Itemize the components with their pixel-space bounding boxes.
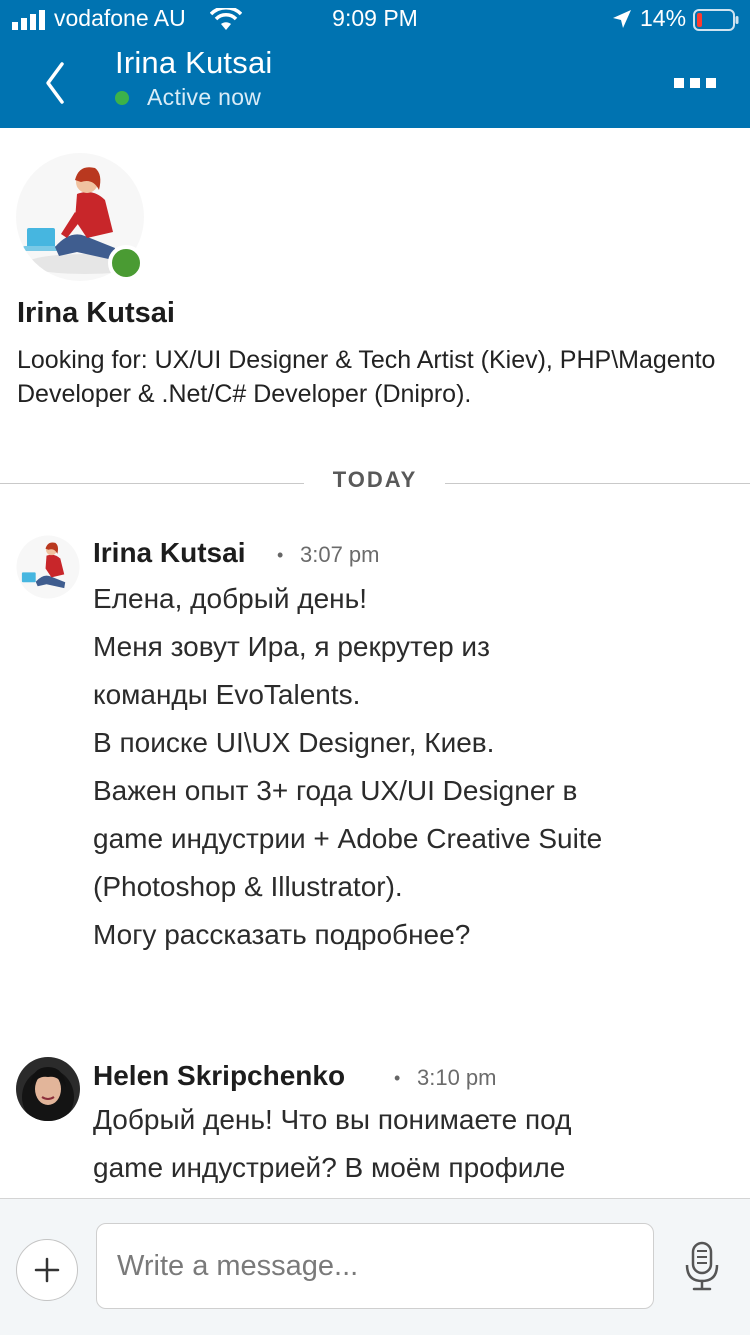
message-line: Меня зовут Ира, я рекрутер из (93, 631, 490, 662)
sender-avatar[interactable] (16, 1057, 80, 1121)
active-status-text: Active now (147, 84, 262, 110)
separator-dot: • (277, 545, 284, 565)
message-line: Важен опыт 3+ года UX/UI Designer в (93, 775, 578, 806)
conversation-title[interactable]: Irina Kutsai (115, 45, 272, 81)
message-time: 3:10 pm (417, 1065, 497, 1090)
message-line: Добрый день! Что вы понимаете под (93, 1104, 572, 1135)
message-composer (0, 1198, 750, 1335)
more-dot (706, 78, 716, 88)
message-body: Елена, добрый день! Меня зовут Ира, я ре… (93, 575, 713, 959)
chevron-left-icon (46, 62, 64, 104)
battery-percentage: 14% (640, 5, 687, 31)
active-status-dot (115, 91, 129, 105)
message-time: 3:07 pm (300, 542, 380, 567)
message-sender[interactable]: Irina Kutsai (93, 537, 245, 569)
add-attachment-button[interactable] (16, 1239, 78, 1301)
status-time: 9:09 PM (332, 5, 418, 31)
microphone-icon (685, 1241, 719, 1291)
profile-headline: Looking for: UX/UI Designer & Tech Artis… (17, 346, 716, 408)
message-body: Добрый день! Что вы понимаете под game и… (93, 1096, 713, 1192)
location-arrow-icon (613, 10, 631, 28)
message-line: Могу рассказать подробнее? (93, 919, 471, 950)
profile-name[interactable]: Irina Kutsai (17, 297, 175, 330)
message-input[interactable] (96, 1223, 654, 1309)
top-app-bar: vodafone AU 9:09 PM 14% Irina Kutsai Act… (0, 0, 750, 128)
more-dot (690, 78, 700, 88)
status-bar: vodafone AU 9:09 PM 14% (0, 0, 750, 40)
voice-message-button[interactable] (682, 1241, 722, 1293)
date-divider-label: TODAY (332, 467, 418, 492)
separator-dot: • (394, 1068, 401, 1088)
more-dot (674, 78, 684, 88)
message-line: game индустрией? В моём профиле (93, 1152, 566, 1183)
message-sender[interactable]: Helen Skripchenko (93, 1060, 345, 1092)
online-presence-dot (108, 245, 144, 281)
back-button[interactable] (36, 58, 76, 108)
battery-icon (693, 9, 739, 31)
plus-icon (34, 1257, 60, 1283)
message-line: (Photoshop & Illustrator). (93, 871, 403, 902)
more-options-button[interactable] (670, 70, 720, 94)
message-line: game индустрии + Adobe Creative Suite (93, 823, 603, 854)
sender-avatar[interactable] (16, 535, 80, 599)
divider-line-right (445, 483, 750, 484)
message-line: команды EvoTalents. (93, 679, 361, 710)
message-line: В поиске UI\UX Designer, Киев. (93, 727, 495, 758)
message-line: Елена, добрый день! (93, 583, 367, 614)
